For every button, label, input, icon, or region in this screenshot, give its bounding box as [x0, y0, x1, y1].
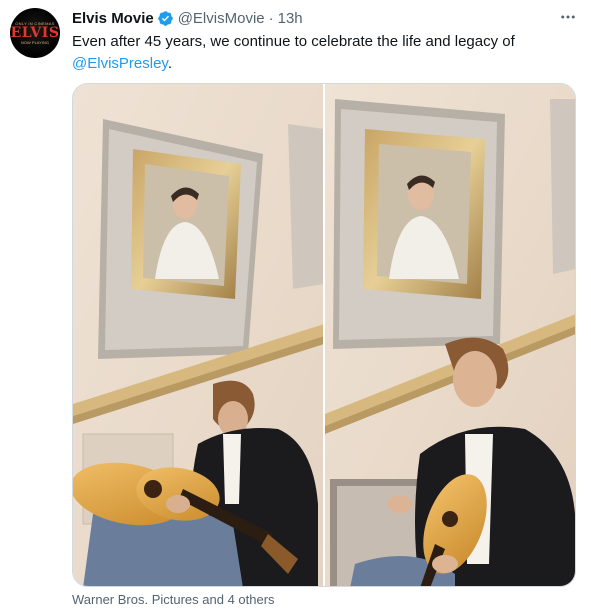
- media-credit[interactable]: Warner Bros. Pictures and 4 others: [72, 592, 275, 607]
- tweet-text-body: Even after 45 years, we continue to cele…: [72, 33, 515, 50]
- author-name[interactable]: Elvis Movie: [72, 10, 154, 27]
- more-options-icon[interactable]: [557, 6, 579, 28]
- tweet-timestamp[interactable]: 13h: [278, 10, 303, 27]
- media-grid: [72, 83, 576, 587]
- tweet-text: Even after 45 years, we continue to cele…: [72, 31, 572, 75]
- author-handle[interactable]: @ElvisMovie: [178, 10, 265, 27]
- mention-link[interactable]: @ElvisPresley: [72, 55, 168, 72]
- avatar-bottom-text: NOW PLAYING: [21, 40, 49, 45]
- separator-dot: ·: [268, 9, 274, 27]
- photo-2-illustration: [325, 84, 575, 586]
- verified-badge-icon: [157, 10, 174, 27]
- photo-2[interactable]: [325, 84, 575, 586]
- tweet-text-end: .: [167, 55, 172, 72]
- tweet-header: Elvis Movie @ElvisMovie · 13h: [72, 8, 579, 28]
- avatar[interactable]: ONLY IN CINEMAS ELVIS NOW PLAYING: [10, 8, 60, 58]
- photo-1[interactable]: [73, 84, 323, 586]
- photo-1-illustration: [73, 84, 323, 586]
- avatar-title: ELVIS: [10, 25, 60, 41]
